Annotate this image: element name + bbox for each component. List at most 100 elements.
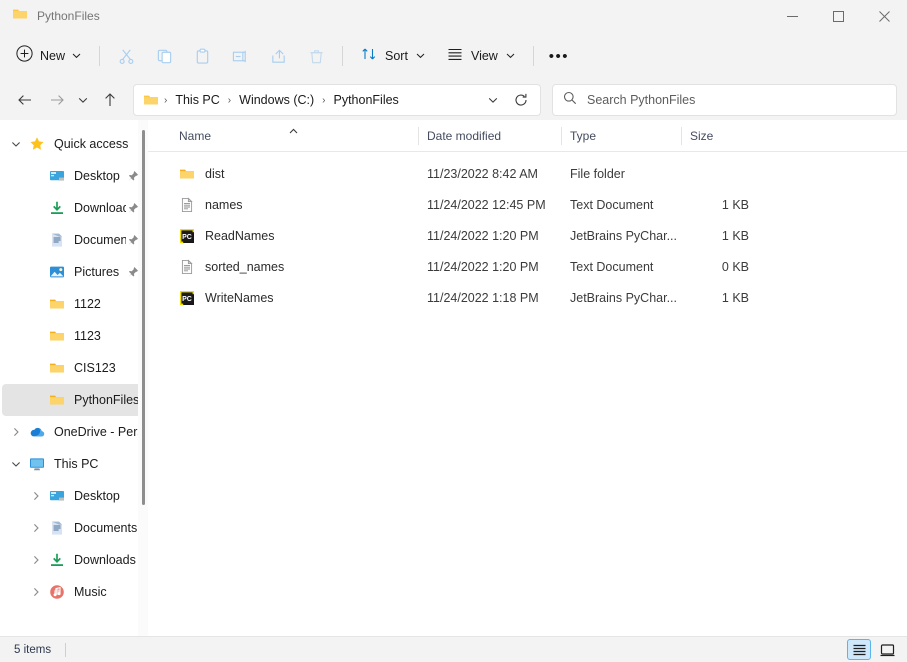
sidebar-scrollbar-track[interactable] xyxy=(138,120,148,636)
file-size-cell: 1 KB xyxy=(721,197,749,212)
onedrive-cloud-icon xyxy=(26,424,48,440)
sidebar-item-1122[interactable]: 1122 xyxy=(2,288,144,320)
search-input[interactable] xyxy=(587,93,886,107)
chevron-right-icon[interactable] xyxy=(26,491,46,501)
file-name-label: dist xyxy=(205,166,225,181)
address-dropdown-button[interactable] xyxy=(480,87,506,113)
share-button[interactable] xyxy=(260,40,296,72)
new-button[interactable]: New xyxy=(8,40,91,72)
recent-locations-button[interactable] xyxy=(73,84,94,116)
file-size-cell: 1 KB xyxy=(721,228,749,243)
chevron-right-icon[interactable] xyxy=(6,427,26,437)
cut-button[interactable] xyxy=(108,40,144,72)
chevron-right-icon[interactable] xyxy=(26,555,46,565)
sidebar-item-desktop[interactable]: Desktop xyxy=(2,160,144,192)
back-button[interactable] xyxy=(10,84,40,116)
title-bar: PythonFiles xyxy=(0,0,907,32)
sidebar-item-label: PythonFiles xyxy=(74,393,140,407)
breadcrumb-item-this-pc[interactable]: This PC xyxy=(170,90,224,110)
close-button[interactable] xyxy=(861,0,907,32)
desktop-icon xyxy=(46,488,68,504)
status-divider xyxy=(65,642,67,657)
sort-button[interactable]: Sort xyxy=(351,40,435,72)
sidebar-item-music[interactable]: Music xyxy=(2,576,144,608)
file-name-label: WriteNames xyxy=(205,290,274,305)
copy-button[interactable] xyxy=(146,40,182,72)
search-icon xyxy=(563,91,577,110)
breadcrumb-folder-icon xyxy=(143,92,159,108)
toolbar-divider-1 xyxy=(99,46,101,66)
refresh-button[interactable] xyxy=(508,87,534,113)
column-header-date-modified[interactable]: Date modified xyxy=(418,120,561,152)
sidebar-item-onedrive-perso[interactable]: OneDrive - Perso xyxy=(2,416,144,448)
folder-icon xyxy=(46,360,68,376)
address-row: › This PC › Windows (C:) › PythonFiles xyxy=(0,80,907,120)
table-row[interactable]: names 11/24/2022 12:45 PM Text Document 1 K… xyxy=(148,189,903,220)
table-row[interactable]: PC WriteNames 11/24/2022 1:18 PM JetBrains … xyxy=(148,282,903,313)
maximize-button[interactable] xyxy=(815,0,861,32)
main-area: Quick access Desktop Downloads Documents Pic… xyxy=(0,120,907,636)
navigation-list: Quick access Desktop Downloads Documents Pic… xyxy=(0,128,148,608)
more-options-button[interactable]: ••• xyxy=(542,40,576,72)
minimize-button[interactable] xyxy=(769,0,815,32)
sidebar-item-label: OneDrive - Perso xyxy=(54,425,140,439)
view-button-label: View xyxy=(470,49,498,63)
sidebar-item-downloads[interactable]: Downloads xyxy=(2,544,144,576)
delete-button[interactable] xyxy=(298,40,334,72)
sidebar-item-desktop[interactable]: Desktop xyxy=(2,480,144,512)
breadcrumb-separator: › xyxy=(322,94,326,106)
paste-button[interactable] xyxy=(184,40,220,72)
toolbar-divider-2 xyxy=(342,46,344,66)
rename-button[interactable] xyxy=(222,40,258,72)
chevron-right-icon[interactable] xyxy=(26,587,46,597)
sidebar-item-this-pc[interactable]: This PC xyxy=(2,448,144,480)
sidebar-item-pictures[interactable]: Pictures xyxy=(2,256,144,288)
file-rows: dist 11/23/2022 8:42 AM File folder names 11… xyxy=(148,152,907,636)
sidebar-item-1123[interactable]: 1123 xyxy=(2,320,144,352)
file-name-label: sorted_names xyxy=(205,259,285,274)
breadcrumb-item-pythonfiles[interactable]: PythonFiles xyxy=(329,90,404,110)
svg-text:PC: PC xyxy=(182,234,192,241)
sidebar-item-downloads[interactable]: Downloads xyxy=(2,192,144,224)
breadcrumb-item-windows-c[interactable]: Windows (C:) xyxy=(234,90,319,110)
documents-icon xyxy=(46,520,68,536)
table-row[interactable]: dist 11/23/2022 8:42 AM File folder xyxy=(148,158,903,189)
details-view-toggle[interactable] xyxy=(847,639,871,660)
large-icons-view-toggle[interactable] xyxy=(875,639,899,660)
sidebar-item-pythonfiles[interactable]: PythonFiles xyxy=(2,384,144,416)
chevron-down-icon[interactable] xyxy=(6,139,26,149)
column-header-size[interactable]: Size xyxy=(681,120,761,152)
table-row[interactable]: PC ReadNames 11/24/2022 1:20 PM JetBrains P… xyxy=(148,220,903,251)
chevron-right-icon[interactable] xyxy=(26,523,46,533)
table-row[interactable]: sorted_names 11/24/2022 1:20 PM Text Docum… xyxy=(148,251,903,282)
sidebar-item-label: Desktop xyxy=(74,169,120,183)
file-name-cell: names xyxy=(170,196,418,213)
column-header-type[interactable]: Type xyxy=(561,120,681,152)
file-size-cell: 1 KB xyxy=(721,290,749,305)
music-icon xyxy=(46,584,68,600)
up-button[interactable] xyxy=(95,84,125,116)
file-name-label: names xyxy=(205,197,243,212)
pycharm-icon: PC xyxy=(179,290,195,306)
view-button[interactable]: View xyxy=(437,40,525,72)
sidebar-item-documents[interactable]: Documents xyxy=(2,512,144,544)
new-button-label: New xyxy=(40,49,66,63)
file-date-cell: 11/24/2022 12:45 PM xyxy=(427,197,546,212)
chevron-down-icon[interactable] xyxy=(6,459,26,469)
search-box[interactable] xyxy=(552,84,897,116)
folder-icon xyxy=(12,6,28,27)
file-date-cell: 11/24/2022 1:20 PM xyxy=(427,259,539,274)
sidebar-item-cis123[interactable]: CIS123 xyxy=(2,352,144,384)
downloads-icon xyxy=(46,200,68,216)
file-list-pane: Name Date modified Type Size dist 11/23/2… xyxy=(148,120,907,636)
file-name-label: ReadNames xyxy=(205,228,275,243)
sidebar-item-documents[interactable]: Documents xyxy=(2,224,144,256)
column-header-name[interactable]: Name xyxy=(170,120,418,152)
address-bar[interactable]: › This PC › Windows (C:) › PythonFiles xyxy=(133,84,541,116)
folder-icon xyxy=(46,296,68,312)
file-date-cell: 11/23/2022 8:42 AM xyxy=(427,166,538,181)
navigation-pane: Quick access Desktop Downloads Documents Pic… xyxy=(0,120,148,636)
sidebar-scrollbar-thumb[interactable] xyxy=(142,130,145,505)
forward-button[interactable] xyxy=(41,84,71,116)
sidebar-item-quick-access[interactable]: Quick access xyxy=(2,128,144,160)
